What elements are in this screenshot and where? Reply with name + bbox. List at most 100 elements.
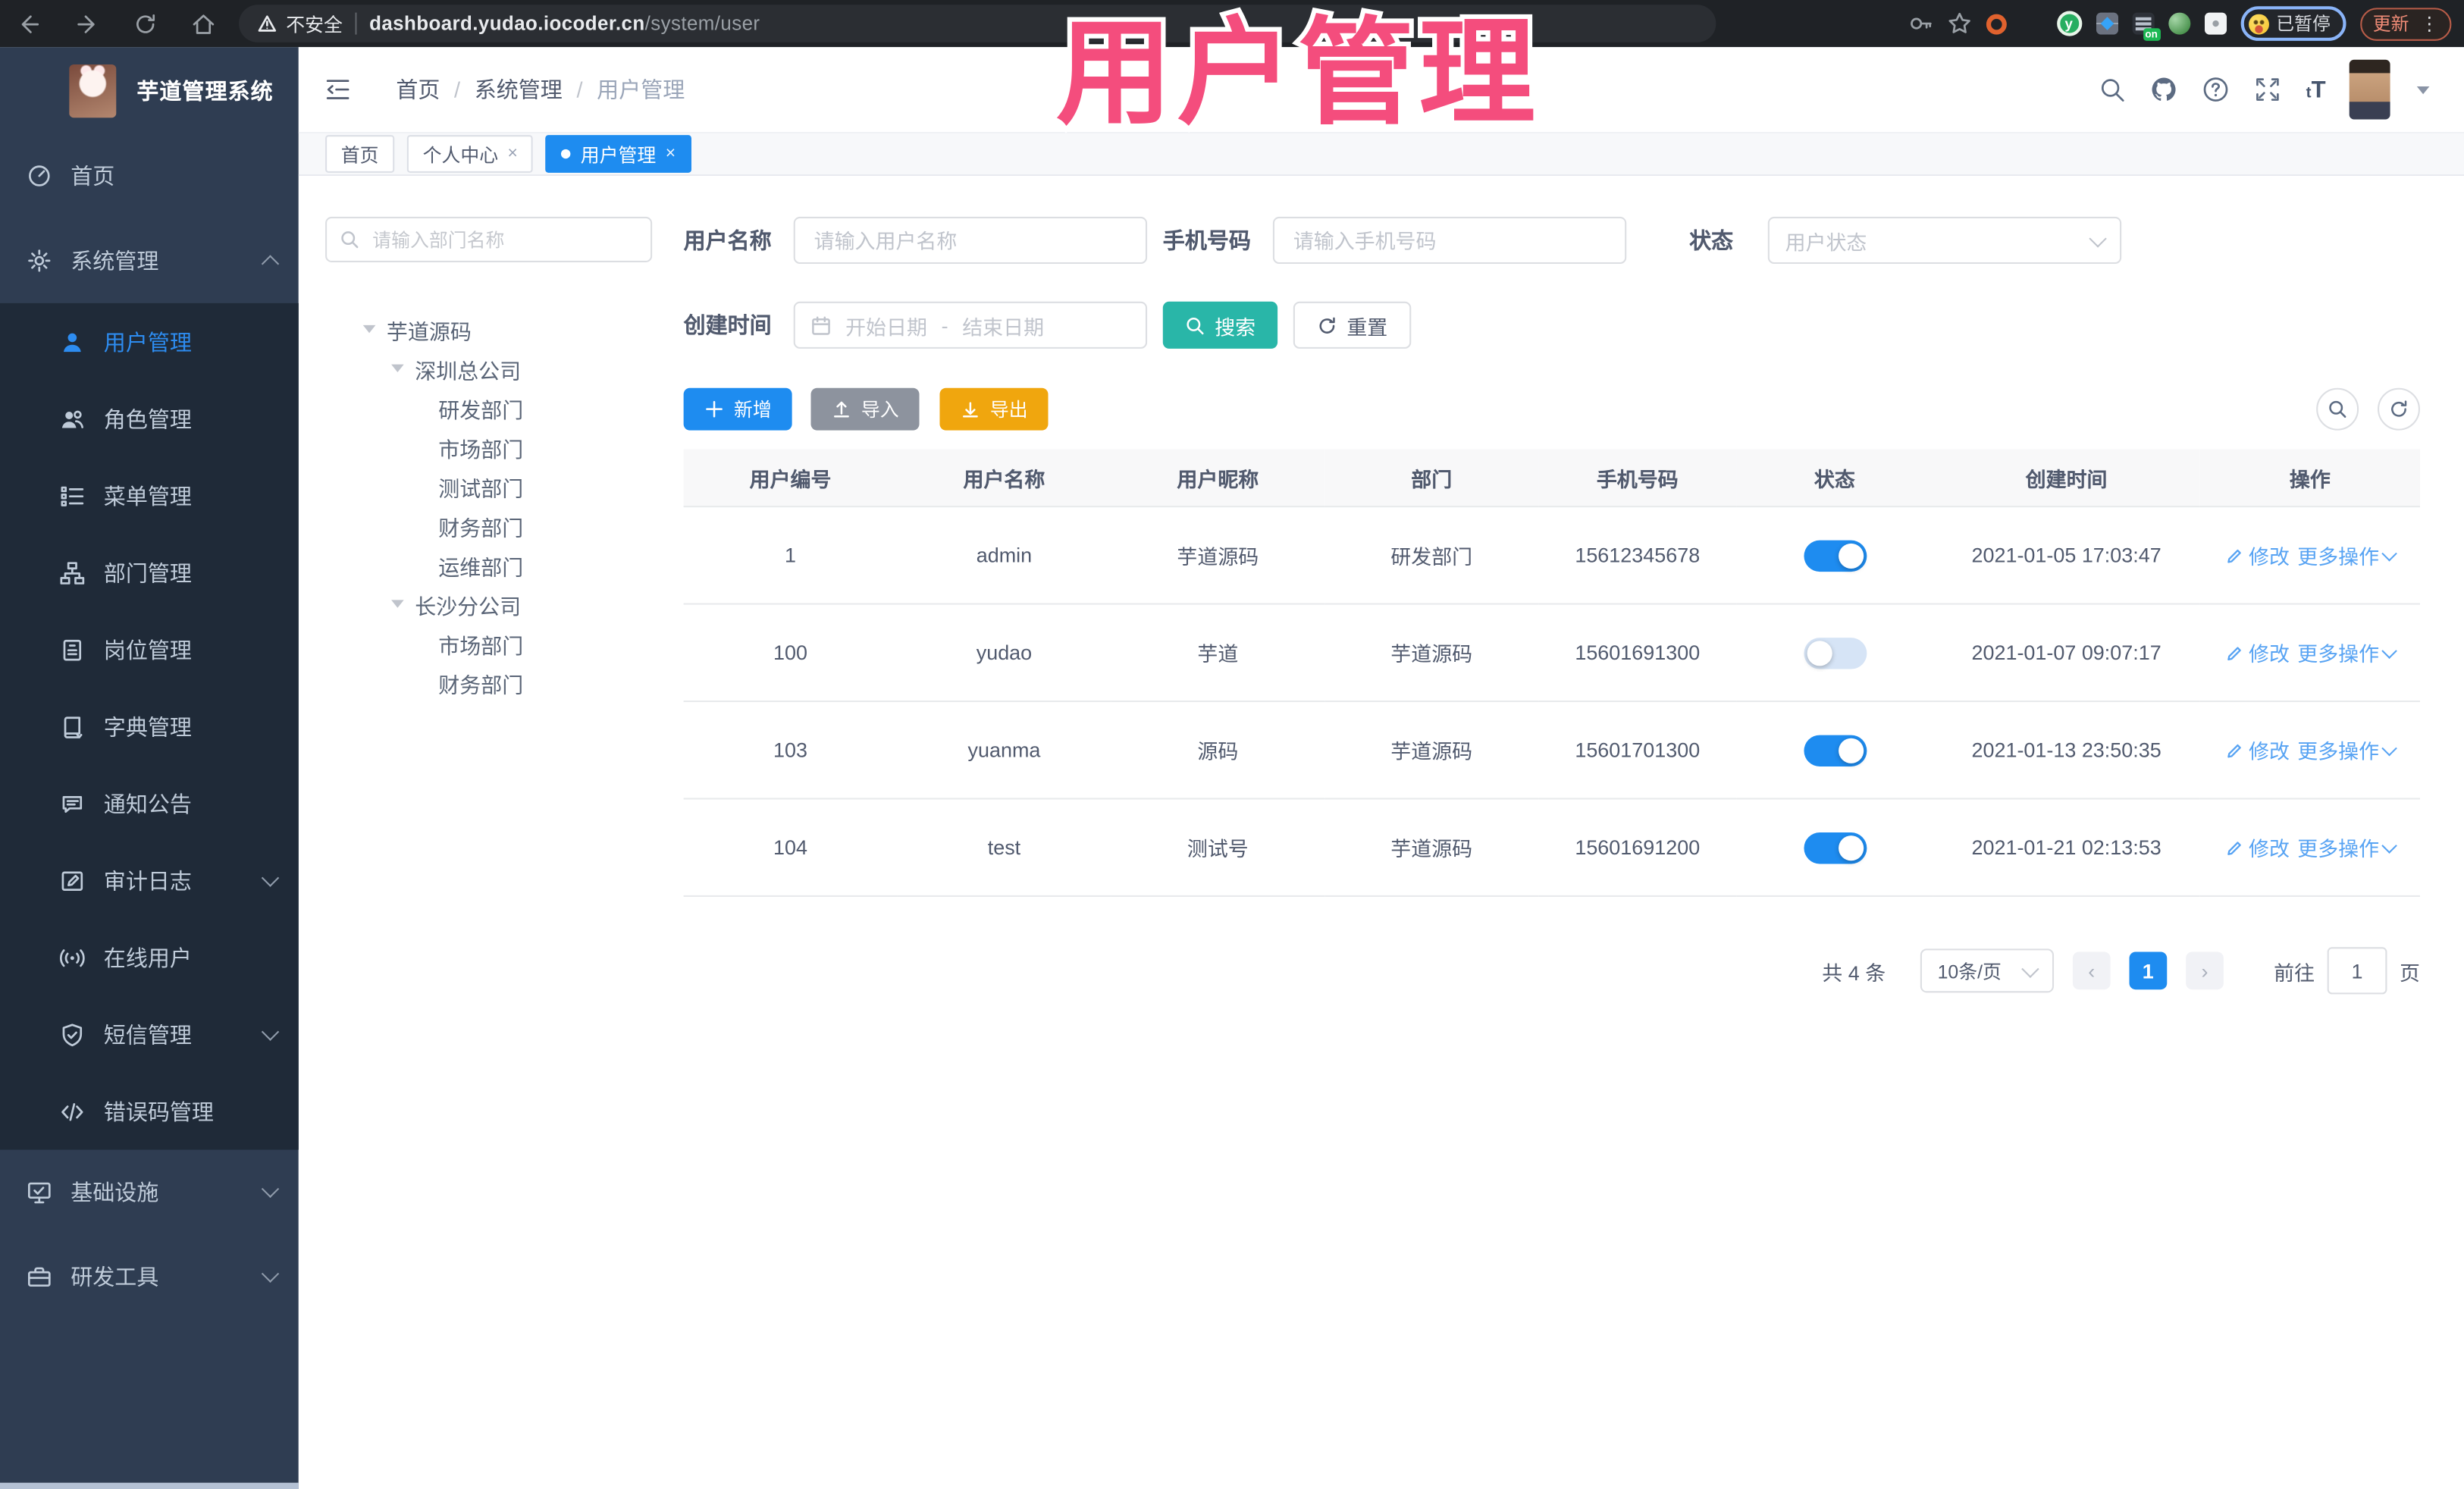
extension-tool-icon[interactable] bbox=[2168, 12, 2190, 35]
browser-update-button[interactable]: 更新 ⋮ bbox=[2360, 7, 2452, 40]
close-icon[interactable]: × bbox=[508, 145, 518, 163]
dept-search-box bbox=[325, 216, 653, 262]
avatar[interactable] bbox=[2349, 59, 2390, 120]
breadcrumb-home[interactable]: 首页 bbox=[396, 74, 440, 105]
sidebar-item-notice[interactable]: 通知公告 bbox=[0, 765, 299, 842]
home-icon[interactable] bbox=[190, 10, 217, 36]
date-range-picker[interactable]: 开始日期 - 结束日期 bbox=[793, 301, 1148, 349]
current-page-button[interactable]: 1 bbox=[2129, 951, 2168, 990]
sidebar-item-menu-management[interactable]: 菜单管理 bbox=[0, 457, 299, 534]
import-button[interactable]: 导入 bbox=[810, 387, 920, 431]
users-icon bbox=[61, 409, 83, 428]
sidebar-collapse-icon[interactable] bbox=[324, 75, 352, 103]
sidebar-item-error-code[interactable]: 错误码管理 bbox=[0, 1073, 299, 1150]
download-icon bbox=[963, 402, 978, 418]
goto-page-input[interactable] bbox=[2327, 947, 2387, 995]
tree-node[interactable]: 深圳总公司 bbox=[325, 349, 652, 388]
next-page-button[interactable]: › bbox=[2186, 951, 2224, 990]
sidebar-item-post-management[interactable]: 岗位管理 bbox=[0, 611, 299, 688]
close-icon[interactable]: × bbox=[666, 145, 676, 163]
extension-ubuntu-icon[interactable] bbox=[1985, 13, 2006, 34]
caret-down-icon[interactable] bbox=[362, 324, 376, 334]
avatar-caret-icon[interactable] bbox=[2416, 85, 2430, 94]
caret-down-icon[interactable] bbox=[391, 600, 404, 608]
app-logo[interactable]: 芋道管理系统 bbox=[0, 47, 299, 133]
status-select[interactable]: 用户状态 bbox=[1767, 216, 2122, 265]
caret-down-icon[interactable] bbox=[391, 364, 404, 372]
tree-node[interactable]: 研发部门 bbox=[325, 388, 652, 428]
tab-user-management[interactable]: 用户管理 × bbox=[546, 135, 691, 173]
extension-grid-icon[interactable] bbox=[2095, 12, 2118, 35]
browser-menu-icon[interactable]: ⋮ bbox=[2420, 14, 2439, 33]
passkey-icon[interactable] bbox=[1907, 11, 1932, 36]
url-bar[interactable]: 不安全 dashboard.yudao.iocoder.cn/system/us… bbox=[239, 5, 1716, 42]
breadcrumb-system[interactable]: 系统管理 bbox=[475, 74, 563, 105]
sidebar-item-audit-log[interactable]: 审计日志 bbox=[0, 842, 299, 919]
help-icon[interactable] bbox=[2202, 75, 2230, 103]
sidebar-item-infrastructure[interactable]: 基础设施 bbox=[0, 1150, 299, 1235]
tree-node[interactable]: 运维部门 bbox=[325, 545, 652, 585]
tree-node[interactable]: 测试部门 bbox=[325, 466, 652, 506]
browser-nav bbox=[16, 10, 217, 36]
bookmark-star-icon[interactable] bbox=[1946, 11, 1971, 36]
add-button[interactable]: 新增 bbox=[683, 387, 792, 431]
app-header: 首页 / 系统管理 / 用户管理 tT bbox=[298, 47, 2464, 134]
tree-node[interactable]: 财务部门 bbox=[325, 506, 652, 545]
more-actions-link[interactable]: 更多操作 bbox=[2297, 541, 2397, 570]
show-search-button[interactable] bbox=[2316, 387, 2359, 431]
refresh-table-button[interactable] bbox=[2378, 387, 2420, 431]
more-actions-link[interactable]: 更多操作 bbox=[2297, 735, 2397, 765]
edit-link[interactable]: 修改 bbox=[2225, 832, 2290, 862]
forward-icon[interactable] bbox=[74, 10, 100, 36]
back-icon[interactable] bbox=[16, 10, 42, 36]
browser-profile-chip[interactable]: 已暂停 bbox=[2240, 6, 2346, 41]
tab-profile[interactable]: 个人中心 × bbox=[406, 135, 534, 173]
status-toggle[interactable] bbox=[1803, 637, 1867, 669]
status-toggle[interactable] bbox=[1803, 539, 1867, 572]
edit-link[interactable]: 修改 bbox=[2225, 541, 2290, 570]
extension-y-icon[interactable]: y bbox=[2056, 11, 2082, 36]
font-size-icon[interactable]: tT bbox=[2306, 78, 2326, 102]
tab-home[interactable]: 首页 bbox=[325, 135, 395, 173]
extensions-puzzle-icon[interactable] bbox=[2203, 12, 2226, 35]
pencil-icon bbox=[2227, 548, 2241, 563]
status-toggle[interactable] bbox=[1803, 734, 1867, 766]
sidebar-item-role-management[interactable]: 角色管理 bbox=[0, 380, 299, 457]
extension-gem-icon[interactable] bbox=[2020, 13, 2042, 35]
extension-on-switch-icon[interactable]: on bbox=[2131, 12, 2160, 41]
goto-label: 前往 bbox=[2274, 960, 2315, 984]
more-actions-link[interactable]: 更多操作 bbox=[2297, 638, 2397, 667]
username-input[interactable] bbox=[810, 227, 1130, 254]
edit-link[interactable]: 修改 bbox=[2225, 638, 2290, 667]
security-label: 不安全 bbox=[286, 13, 343, 36]
edit-link[interactable]: 修改 bbox=[2225, 735, 2290, 765]
sidebar-item-online-users[interactable]: 在线用户 bbox=[0, 919, 299, 996]
sidebar-item-sms-management[interactable]: 短信管理 bbox=[0, 995, 299, 1073]
sidebar-item-home[interactable]: 首页 bbox=[0, 133, 299, 218]
status-toggle[interactable] bbox=[1803, 831, 1867, 864]
export-button[interactable]: 导出 bbox=[939, 387, 1049, 431]
sidebar-item-dept-management[interactable]: 部门管理 bbox=[0, 534, 299, 611]
tree-node[interactable]: 长沙分公司 bbox=[325, 585, 652, 624]
search-button[interactable]: 搜索 bbox=[1162, 301, 1278, 349]
tree-node[interactable]: 市场部门 bbox=[325, 623, 652, 663]
page-size-select[interactable]: 10条/页 bbox=[1920, 948, 2054, 993]
sidebar-item-user-management[interactable]: 用户管理 bbox=[0, 303, 299, 381]
security-indicator[interactable]: 不安全 bbox=[258, 10, 343, 36]
tree-node[interactable]: 芋道源码 bbox=[325, 309, 652, 349]
reload-icon[interactable] bbox=[132, 10, 158, 36]
mobile-input[interactable] bbox=[1290, 227, 1610, 254]
tree-node[interactable]: 财务部门 bbox=[325, 663, 652, 702]
reset-button[interactable]: 重置 bbox=[1293, 301, 1412, 349]
sidebar-item-system[interactable]: 系统管理 bbox=[0, 218, 299, 303]
more-actions-link[interactable]: 更多操作 bbox=[2297, 832, 2397, 862]
dept-search-input[interactable] bbox=[369, 227, 638, 252]
table-row: 104 test 测试号 芋道源码 15601691200 2021-01-21… bbox=[683, 798, 2420, 897]
sidebar-item-devtools[interactable]: 研发工具 bbox=[0, 1234, 299, 1319]
tree-node[interactable]: 市场部门 bbox=[325, 428, 652, 467]
search-icon[interactable] bbox=[2099, 75, 2127, 103]
fullscreen-icon[interactable] bbox=[2254, 75, 2282, 103]
sidebar-item-dict-management[interactable]: 字典管理 bbox=[0, 688, 299, 765]
prev-page-button[interactable]: ‹ bbox=[2072, 951, 2111, 990]
github-icon[interactable] bbox=[2150, 75, 2178, 103]
